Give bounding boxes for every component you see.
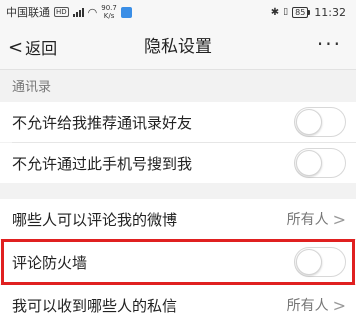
section-header-contacts: 通讯录	[12, 80, 52, 95]
row-who-can-comment[interactable]: 哪些人可以评论我的微博 所有人 >	[0, 199, 356, 239]
row-label: 不允许给我推荐通讯录好友	[12, 113, 193, 132]
vibrate-icon: ▯	[283, 7, 289, 17]
back-label: 返回	[25, 39, 58, 58]
chevron-left-icon: <	[8, 36, 24, 58]
toggle-switch[interactable]	[294, 247, 346, 277]
row-label: 哪些人可以评论我的微博	[12, 210, 178, 229]
row-value: 所有人 >	[286, 209, 346, 229]
wifi-icon: ◠	[87, 5, 98, 19]
clock: 11:32	[314, 5, 346, 19]
nav-bar: 隐私设置 < 返回 ···	[0, 24, 356, 70]
hd-icon: HD	[54, 7, 69, 17]
chevron-right-icon: >	[332, 209, 346, 229]
row-no-phone-search[interactable]: 不允许通过此手机号搜到我	[0, 143, 356, 183]
notification-app-icon	[120, 6, 132, 18]
back-button[interactable]: < 返回	[8, 24, 57, 70]
row-no-recommend-contacts[interactable]: 不允许给我推荐通讯录好友	[0, 102, 356, 142]
status-bar: 中国联通 HD ◠ 90.7 K/s ✱ ▯ 85 11:32	[0, 0, 356, 24]
status-right: ✱ ▯ 85 11:32	[271, 6, 346, 19]
signal-icon	[72, 7, 84, 17]
row-label: 不允许通过此手机号搜到我	[12, 154, 193, 173]
bluetooth-icon: ✱	[270, 6, 280, 18]
row-label: 我可以收到哪些人的私信	[12, 296, 178, 315]
battery-level: 85	[292, 6, 309, 18]
row-label: 评论防火墙	[12, 253, 88, 272]
carrier-name: 中国联通	[6, 6, 50, 19]
battery-icon: 85	[292, 6, 311, 18]
toggle-switch[interactable]	[294, 148, 346, 178]
chevron-right-icon: >	[332, 295, 346, 315]
status-left: 中国联通 HD ◠ 90.7 K/s	[6, 4, 132, 20]
net-speed: 90.7 K/s	[101, 4, 117, 20]
row-value: 所有人 >	[286, 295, 346, 315]
row-who-can-message[interactable]: 我可以收到哪些人的私信 所有人 >	[0, 285, 356, 325]
row-comment-firewall[interactable]: 评论防火墙	[0, 240, 356, 284]
toggle-switch[interactable]	[294, 107, 346, 137]
more-button[interactable]: ···	[317, 24, 342, 70]
